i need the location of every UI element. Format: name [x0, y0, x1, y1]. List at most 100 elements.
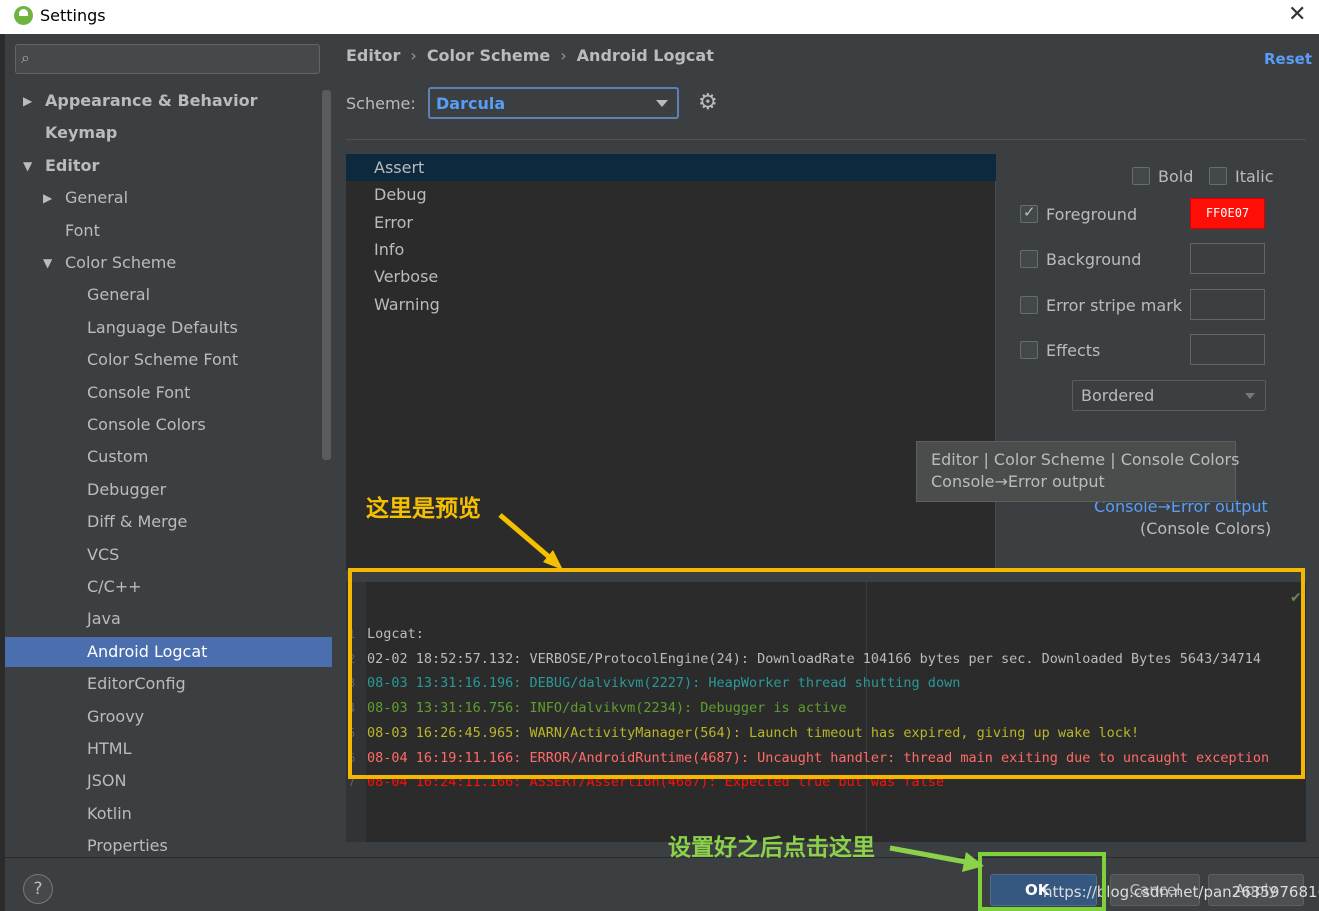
tooltip-line-2: Console→Error output — [931, 472, 1105, 491]
sidebar-item-label: Groovy — [87, 706, 145, 726]
background-checkbox[interactable] — [1020, 250, 1038, 268]
sidebar-item[interactable]: Kotlin — [5, 799, 332, 829]
sidebar-item-label: Diff & Merge — [87, 512, 188, 532]
effects-color-swatch[interactable] — [1190, 334, 1265, 365]
tooltip: Editor | Color Scheme | Console Colors C… — [916, 441, 1240, 502]
foreground-checkbox[interactable] — [1020, 203, 1038, 223]
annotation-arrow-icon — [889, 845, 984, 872]
preview-annotation: 这里是预览 — [366, 496, 481, 522]
sidebar-item[interactable]: Java — [5, 604, 332, 634]
settings-window: Settings ✕ ⌕ ▶ Appearance & Behavior Keyma… — [0, 0, 1319, 911]
error-stripe-color-swatch[interactable] — [1190, 289, 1265, 320]
sidebar-item[interactable]: Console Font — [5, 378, 332, 408]
help-button[interactable]: ? — [23, 874, 53, 904]
sidebar-item-label: Color Scheme Font — [87, 350, 239, 370]
window-title: Settings — [40, 6, 106, 25]
breadcrumb: Editor › Color Scheme › Android Logcat — [346, 46, 714, 65]
sidebar-item[interactable]: Console Colors — [5, 410, 332, 440]
breadcrumb-item-editor[interactable]: Editor — [346, 46, 400, 65]
sidebar-item[interactable]: ▶ General — [5, 183, 332, 213]
gear-icon[interactable]: ⚙ — [698, 90, 718, 115]
ok-highlight-box — [978, 852, 1106, 911]
breadcrumb-separator: › — [410, 46, 417, 65]
search-input[interactable]: ⌕ — [15, 44, 320, 74]
sidebar-item-label: Editor — [45, 155, 100, 175]
sidebar-item-label: HTML — [87, 739, 132, 758]
sidebar-item-label: VCS — [87, 544, 120, 564]
preview-highlight-box — [348, 568, 1305, 779]
sidebar-item-label: Appearance & Behavior — [45, 91, 258, 110]
sidebar-item-label: Console Font — [87, 382, 191, 402]
error-stripe-label: Error stripe mark — [1046, 296, 1183, 315]
effects-checkbox[interactable] — [1020, 341, 1038, 359]
sidebar-item[interactable]: Font — [5, 216, 332, 246]
annotation-arrow-icon — [498, 513, 563, 570]
sidebar-item[interactable]: HTML — [5, 734, 332, 764]
foreground-color-swatch[interactable]: FF0E07 — [1190, 198, 1265, 229]
background-color-swatch[interactable] — [1190, 243, 1265, 274]
sidebar-scrollbar[interactable] — [322, 90, 331, 460]
error-stripe-checkbox[interactable] — [1020, 296, 1038, 314]
sidebar-item-label: JSON — [87, 771, 127, 791]
log-level-item[interactable]: Debug — [346, 181, 996, 208]
log-level-item[interactable]: Verbose — [346, 263, 996, 290]
sidebar-item[interactable]: ▶ Appearance & Behavior — [5, 86, 332, 116]
effects-label: Effects — [1046, 341, 1101, 360]
expand-arrow-down-icon[interactable]: ▼ — [23, 151, 32, 181]
close-icon[interactable]: ✕ — [1288, 2, 1306, 27]
tooltip-line-1: Editor | Color Scheme | Console Colors — [931, 450, 1240, 469]
breadcrumb-separator: › — [560, 46, 567, 65]
sidebar-item[interactable]: VCS — [5, 540, 332, 570]
log-level-item[interactable]: Error — [346, 209, 996, 236]
sidebar-item-label: Android Logcat — [87, 641, 208, 661]
sidebar-item[interactable]: EditorConfig — [5, 669, 332, 699]
italic-checkbox[interactable] — [1209, 167, 1227, 185]
sidebar-item[interactable]: Custom — [5, 442, 332, 472]
sidebar-item[interactable]: General — [5, 280, 332, 310]
android-studio-icon — [14, 6, 33, 25]
sidebar-item-label: General — [87, 285, 151, 305]
expand-arrow-right-icon[interactable]: ▶ — [43, 183, 52, 213]
scheme-label: Scheme: — [346, 94, 416, 113]
sidebar-item[interactable]: ▼ Color Scheme — [5, 248, 332, 278]
bold-label: Bold — [1158, 167, 1194, 186]
expand-arrow-right-icon[interactable]: ▶ — [23, 86, 32, 116]
log-level-item[interactable]: Warning — [346, 291, 996, 318]
sidebar-item-label: Font — [65, 220, 100, 240]
expand-arrow-down-icon[interactable]: ▼ — [43, 248, 52, 278]
divider — [346, 139, 1306, 140]
italic-label: Italic — [1235, 167, 1274, 186]
sidebar-item[interactable]: C/C++ — [5, 572, 332, 602]
reset-link[interactable]: Reset — [1264, 50, 1312, 68]
effects-type-dropdown[interactable]: Bordered — [1072, 380, 1266, 411]
sidebar-item-label: Console Colors — [87, 415, 206, 434]
sidebar-item[interactable]: Groovy — [5, 702, 332, 732]
sidebar-item-label: Language Defaults — [87, 317, 238, 337]
sidebar-item-label: Kotlin — [87, 803, 132, 823]
sidebar-item-label: Color Scheme — [65, 253, 177, 272]
sidebar-item[interactable]: Color Scheme Font — [5, 345, 332, 375]
search-icon: ⌕ — [21, 48, 30, 67]
ok-annotation: 设置好之后点击这里 — [668, 835, 875, 861]
sidebar-item[interactable]: JSON — [5, 766, 332, 796]
sidebar-item-label: Custom — [87, 447, 149, 467]
bold-checkbox[interactable] — [1132, 167, 1150, 185]
scheme-dropdown[interactable]: Darcula — [428, 87, 679, 119]
scheme-value: Darcula — [436, 94, 506, 113]
sidebar-item[interactable]: Android Logcat — [5, 636, 332, 667]
title-bar: Settings ✕ — [0, 0, 1319, 34]
sidebar-item-label: Debugger — [87, 479, 167, 499]
foreground-label: Foreground — [1046, 205, 1138, 224]
sidebar-item-label: Java — [87, 609, 121, 629]
sidebar-item[interactable]: Language Defaults — [5, 313, 332, 343]
sidebar-item[interactable]: Keymap — [5, 118, 332, 148]
sidebar-item[interactable]: Diff & Merge — [5, 507, 332, 537]
breadcrumb-item-color-scheme[interactable]: Color Scheme — [427, 46, 550, 65]
log-level-item[interactable]: Assert — [346, 154, 996, 181]
log-level-item[interactable]: Info — [346, 236, 996, 263]
sidebar-item[interactable]: ▼ Editor — [5, 151, 332, 181]
breadcrumb-item-android-logcat: Android Logcat — [576, 46, 714, 65]
chevron-down-icon — [656, 100, 668, 107]
sidebar-item[interactable]: Debugger — [5, 475, 332, 505]
inherit-source-label: (Console Colors) — [1140, 519, 1272, 538]
